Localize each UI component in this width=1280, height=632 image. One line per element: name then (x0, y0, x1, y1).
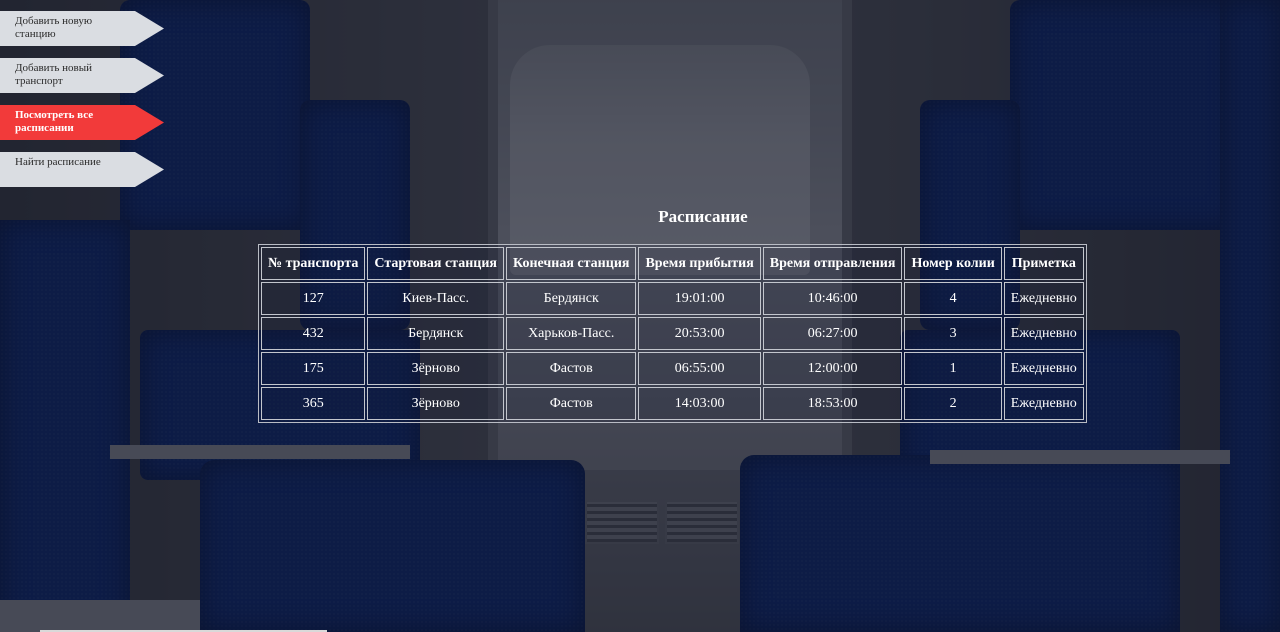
cell-transport-number: 127 (261, 282, 366, 315)
col-header-track-number: Номер колии (904, 247, 1002, 280)
nav-find-schedule[interactable]: Найти расписание (0, 152, 164, 187)
table-row: 432 Бердянск Харьков-Пасс. 20:53:00 06:2… (261, 317, 1084, 350)
cell-start-station: Киев-Пасс. (367, 282, 504, 315)
cell-departure-time: 10:46:00 (762, 282, 903, 315)
col-header-note: Приметка (1003, 247, 1084, 280)
cell-start-station: Зёрново (367, 352, 504, 385)
schedule-title: Расписание (658, 207, 748, 226)
schedule-header-row: № транспорта Стартовая станция Конечная … (261, 247, 1084, 280)
nav-add-transport[interactable]: Добавить новый транспорт (0, 58, 164, 93)
cell-arrival-time: 06:55:00 (638, 352, 761, 385)
table-row: 175 Зёрново Фастов 06:55:00 12:00:00 1 Е… (261, 352, 1084, 385)
col-header-arrival-time: Время прибытия (638, 247, 761, 280)
cell-transport-number: 175 (261, 352, 366, 385)
cell-end-station: Бердянск (506, 282, 637, 315)
cell-note: Ежедневно (1003, 317, 1084, 350)
col-header-end-station: Конечная станция (506, 247, 637, 280)
schedule-table: № транспорта Стартовая станция Конечная … (258, 244, 1087, 423)
cell-arrival-time: 20:53:00 (638, 317, 761, 350)
nav-view-all-schedules[interactable]: Посмотреть все расписании (0, 105, 164, 140)
col-header-departure-time: Время отправления (762, 247, 903, 280)
cell-transport-number: 365 (261, 387, 366, 420)
cell-note: Ежедневно (1003, 387, 1084, 420)
cell-end-station: Фастов (506, 352, 637, 385)
table-row: 365 Зёрново Фастов 14:03:00 18:53:00 2 Е… (261, 387, 1084, 420)
col-header-transport-number: № транспорта (261, 247, 366, 280)
col-header-start-station: Стартовая станция (367, 247, 504, 280)
table-row: 127 Киев-Пасс. Бердянск 19:01:00 10:46:0… (261, 282, 1084, 315)
cell-departure-time: 18:53:00 (762, 387, 903, 420)
side-navigation: Добавить новую станцию Добавить новый тр… (0, 11, 170, 199)
cell-note: Ежедневно (1003, 352, 1084, 385)
cell-end-station: Харьков-Пасс. (506, 317, 637, 350)
cell-arrival-time: 19:01:00 (638, 282, 761, 315)
nav-add-station[interactable]: Добавить новую станцию (0, 11, 164, 46)
cell-transport-number: 432 (261, 317, 366, 350)
cell-start-station: Зёрново (367, 387, 504, 420)
cell-departure-time: 06:27:00 (762, 317, 903, 350)
cell-start-station: Бердянск (367, 317, 504, 350)
cell-end-station: Фастов (506, 387, 637, 420)
cell-note: Ежедневно (1003, 282, 1084, 315)
cell-departure-time: 12:00:00 (762, 352, 903, 385)
cell-track-number: 4 (904, 282, 1002, 315)
cell-track-number: 3 (904, 317, 1002, 350)
cell-arrival-time: 14:03:00 (638, 387, 761, 420)
cell-track-number: 1 (904, 352, 1002, 385)
cell-track-number: 2 (904, 387, 1002, 420)
